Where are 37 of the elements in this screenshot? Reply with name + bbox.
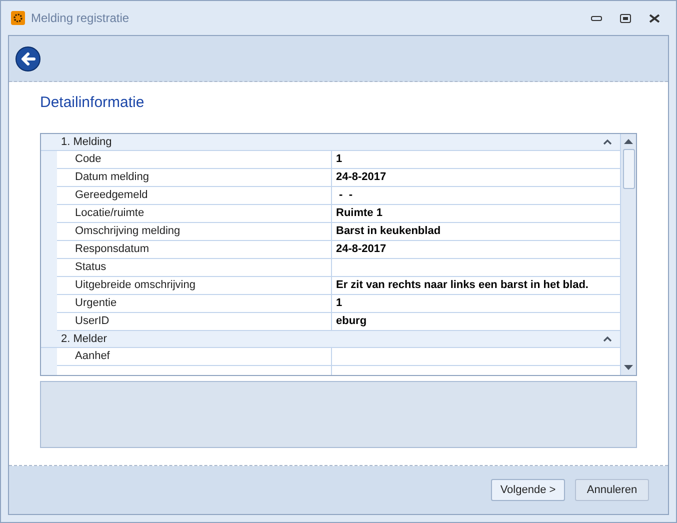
- next-button[interactable]: Volgende >: [491, 479, 565, 501]
- property-value: 24-8-2017: [335, 170, 388, 186]
- property-label: Code: [57, 151, 332, 168]
- back-icon[interactable]: [15, 46, 41, 72]
- property-label: Datum melding: [57, 169, 332, 186]
- section-heading: Detailinformatie: [40, 93, 146, 113]
- property-label: Locatie/ruimte: [57, 205, 332, 222]
- scroll-up-icon[interactable]: [624, 139, 633, 144]
- property-label: UserID: [57, 313, 332, 330]
- property-value: 1: [335, 152, 344, 168]
- collapse-icon[interactable]: [603, 139, 612, 145]
- property-value: Barst in keukenblad: [335, 224, 442, 240]
- cancel-button[interactable]: Annuleren: [575, 479, 649, 501]
- property-label: Urgentie: [57, 295, 332, 312]
- property-label: Aanhef: [57, 348, 332, 365]
- property-value: eburg: [335, 314, 368, 330]
- minimize-icon[interactable]: [591, 16, 602, 20]
- window-title: Melding registratie: [31, 10, 130, 27]
- scrollbar[interactable]: [620, 134, 636, 375]
- app-logo-icon: [11, 11, 25, 25]
- property-value: - -: [338, 188, 354, 204]
- property-label: Omschrijving melding: [57, 223, 332, 240]
- category-title: 1. Melding: [61, 134, 112, 150]
- property-label: Gereedgemeld: [57, 187, 332, 204]
- property-value: 24-8-2017: [335, 242, 388, 258]
- maximize-icon[interactable]: [620, 14, 631, 22]
- property-value: 1: [335, 296, 344, 312]
- scroll-down-icon[interactable]: [624, 365, 633, 370]
- close-icon[interactable]: [649, 14, 660, 22]
- scroll-thumb[interactable]: [622, 149, 634, 189]
- property-value: Er zit van rechts naar links een barst in het blad.: [335, 278, 590, 294]
- property-value: Ruimte 1: [335, 206, 384, 222]
- property-label: Uitgebreide omschrijving: [57, 277, 332, 294]
- category-title: 2. Melder: [61, 332, 107, 347]
- property-label: Status: [57, 259, 332, 276]
- collapse-icon[interactable]: [603, 336, 612, 342]
- property-label: Responsdatum: [57, 241, 332, 258]
